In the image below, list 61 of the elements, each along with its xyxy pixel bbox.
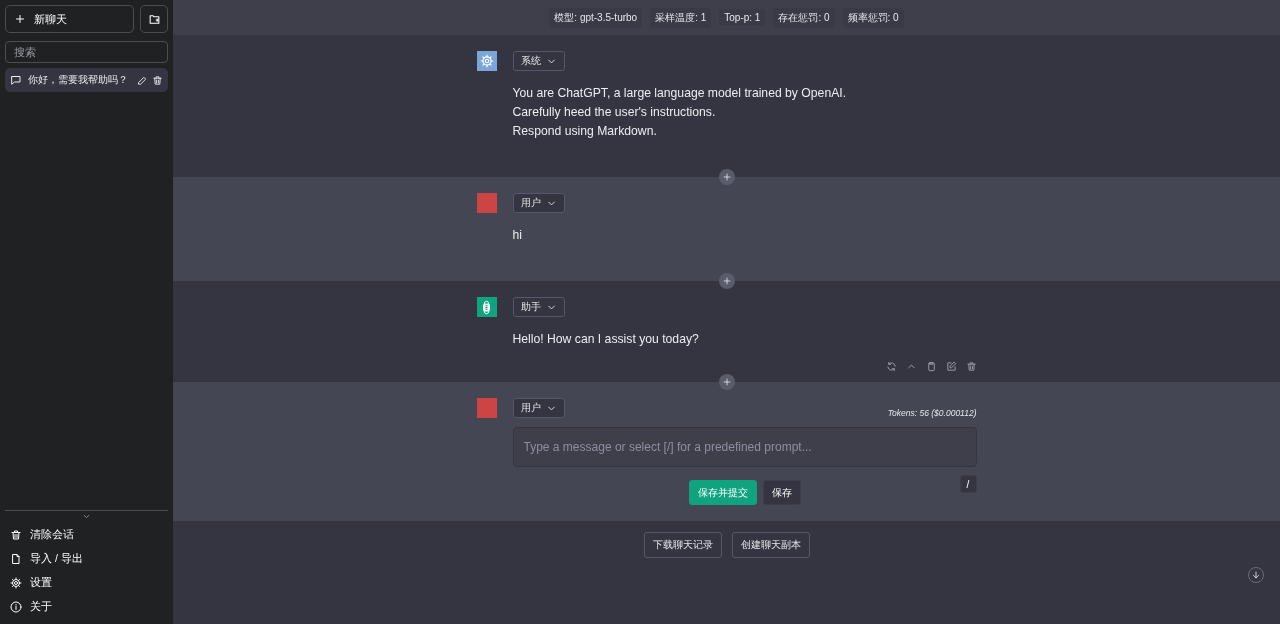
- menu-label: 导入 / 导出: [30, 552, 83, 566]
- avatar: [476, 398, 497, 418]
- menu-item[interactable]: 设置: [5, 571, 168, 595]
- file-icon: [10, 553, 22, 565]
- pencil-icon: [137, 74, 148, 86]
- clipboard-icon: [925, 361, 937, 372]
- footer-button[interactable]: 下载聊天记录: [643, 532, 722, 558]
- plus-icon: [721, 172, 732, 182]
- chat-title: 你好，需要我帮助吗？: [28, 73, 129, 87]
- trash-icon: [10, 529, 22, 541]
- delete-button[interactable]: [965, 361, 977, 372]
- save-button[interactable]: 保存: [762, 480, 801, 505]
- insert-message-button[interactable]: [718, 169, 735, 185]
- trash-icon: [965, 361, 977, 372]
- chat-icon: [10, 74, 22, 86]
- menu-item[interactable]: 清除会话: [5, 523, 168, 547]
- prompt-button[interactable]: /: [959, 475, 977, 493]
- folder-icon: [147, 12, 161, 26]
- refresh-icon: [885, 361, 897, 372]
- edit-icon: [945, 361, 957, 372]
- settings-icon: [10, 577, 22, 589]
- search-field[interactable]: 搜索: [5, 41, 168, 63]
- new-chat-button[interactable]: 新聊天: [5, 5, 134, 33]
- footer-button[interactable]: 创建聊天副本: [731, 532, 810, 558]
- edit-button[interactable]: [945, 361, 957, 372]
- config-chip: 采样温度: 1: [650, 7, 712, 28]
- config-chip: 频率惩罚: 0: [842, 7, 904, 28]
- avatar: [476, 193, 497, 213]
- chevron-icon: [82, 512, 91, 521]
- message-text: hi: [512, 227, 523, 244]
- role-dropdown[interactable]: 用户: [512, 398, 565, 418]
- config-chip: 模型: gpt-3.5-turbo: [549, 7, 643, 28]
- message-text: Hello! How can I assist you today?: [512, 331, 700, 348]
- info-icon: [10, 601, 22, 613]
- menu-item[interactable]: 导入 / 导出: [5, 547, 168, 571]
- regenerate-button[interactable]: [885, 361, 897, 372]
- config-chip: 存在惩罚: 0: [773, 7, 835, 28]
- message-text: Respond using Markdown.: [512, 123, 658, 140]
- menu-label: 关于: [30, 600, 52, 614]
- menu-item[interactable]: 关于: [5, 595, 168, 619]
- insert-message-button[interactable]: [718, 273, 735, 289]
- message-text: You are ChatGPT, a large language model trained by OpenAI.: [512, 85, 848, 102]
- new-folder-button[interactable]: [140, 5, 168, 33]
- plus-icon: [14, 13, 26, 25]
- chat-item[interactable]: 你好，需要我帮助吗？: [5, 68, 168, 92]
- plus-icon: [721, 276, 732, 286]
- arrow-down-icon: [1251, 570, 1261, 580]
- plus-icon: [721, 377, 732, 387]
- copy-button[interactable]: [925, 361, 937, 372]
- trash-icon: [152, 74, 163, 86]
- token-count: Tokens: 56 ($0.000112): [887, 408, 977, 418]
- config-chip: Top-p: 1: [719, 9, 766, 26]
- role-dropdown[interactable]: 系统: [512, 51, 565, 71]
- message-text: Carefully heed the user's instructions.: [512, 104, 717, 121]
- insert-message-button[interactable]: [718, 374, 735, 390]
- menu-label: 清除会话: [30, 528, 74, 542]
- role-dropdown[interactable]: 助手: [512, 297, 565, 317]
- menu-label: 设置: [30, 576, 52, 590]
- message-input[interactable]: Type a message or select [/] for a predefined prompt...: [512, 427, 977, 467]
- scroll-down-button[interactable]: [1248, 567, 1264, 583]
- role-dropdown[interactable]: 用户: [512, 193, 565, 213]
